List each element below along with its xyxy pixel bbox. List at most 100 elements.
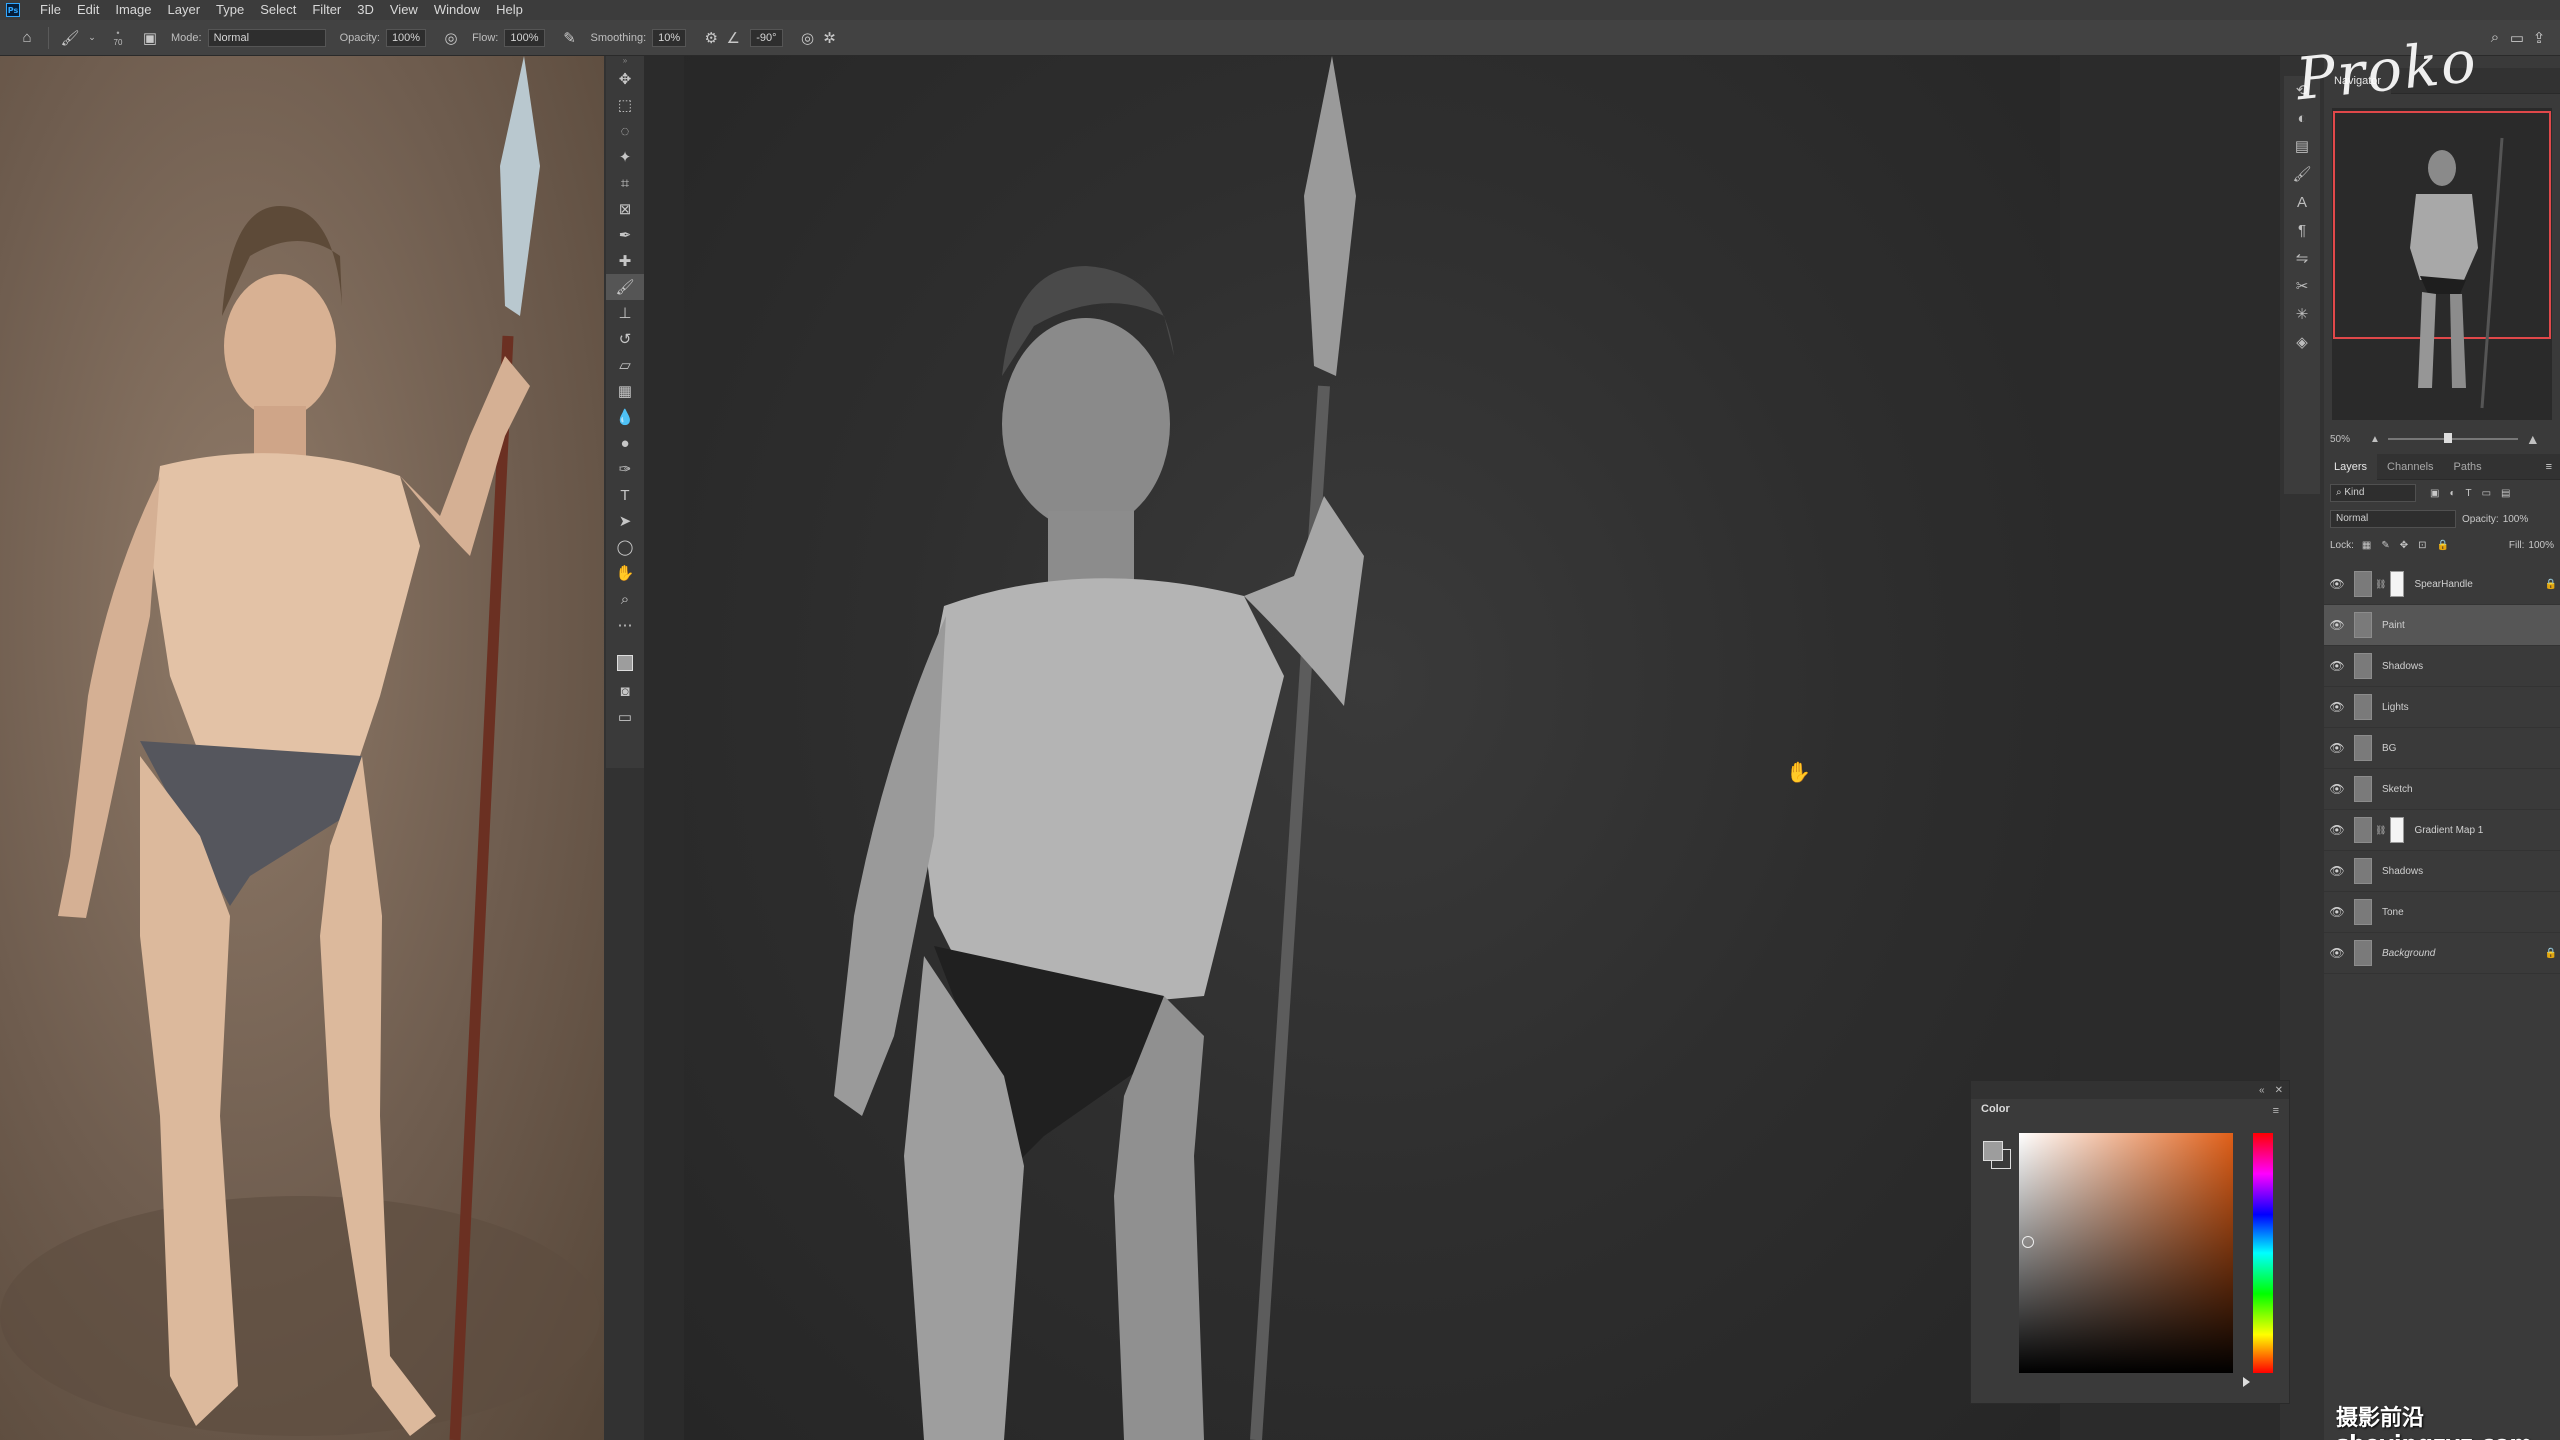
pressure-size-icon[interactable]: ◎ (797, 27, 819, 49)
lock-icons[interactable]: ▦✎✥⊡🔒 (2362, 540, 2459, 551)
airbrush-icon[interactable]: ✎ (559, 27, 581, 49)
brush-preset-icon[interactable]: 🖌 (59, 27, 81, 49)
visibility-eye-icon[interactable]: 👁 (2324, 782, 2350, 796)
layer-name[interactable]: SpearHandle (2414, 579, 2542, 590)
tab-channels[interactable]: Channels (2377, 454, 2443, 480)
visibility-eye-icon[interactable]: 👁 (2324, 823, 2350, 837)
layer-row[interactable]: 👁 BG (2324, 728, 2560, 769)
layer-row[interactable]: 👁 Shadows (2324, 646, 2560, 687)
gradient-icon[interactable]: ▦ (606, 378, 644, 404)
layer-thumbnail[interactable] (2354, 571, 2372, 597)
brushes-icon[interactable]: 🖌 (2284, 160, 2320, 188)
visibility-eye-icon[interactable]: 👁 (2324, 700, 2350, 714)
layer-name[interactable]: Lights (2382, 702, 2560, 713)
brush-size-picker[interactable]: • 70 (103, 28, 133, 47)
brush-settings-icon[interactable]: ▣ (139, 27, 161, 49)
menu-file[interactable]: File (32, 0, 69, 20)
layer-row[interactable]: 👁 Paint (2324, 605, 2560, 646)
dodge-icon[interactable]: ● (606, 430, 644, 456)
layer-row[interactable]: 👁 Tone (2324, 892, 2560, 933)
menu-3d[interactable]: 3D (349, 0, 382, 20)
crop-icon[interactable]: ⌗ (606, 170, 644, 196)
visibility-eye-icon[interactable]: 👁 (2324, 741, 2350, 755)
quick-mask-icon[interactable]: ◙ (606, 678, 644, 704)
filter-icons[interactable]: ▣◐T▭▤ (2430, 488, 2521, 499)
move-icon[interactable]: ✥ (606, 66, 644, 92)
menu-view[interactable]: View (382, 0, 426, 20)
dropdown-caret-icon[interactable]: ⌄ (81, 27, 103, 49)
marquee-icon[interactable]: ⬚ (606, 92, 644, 118)
3d-icon[interactable]: ◈ (2284, 328, 2320, 356)
history-brush-icon[interactable]: ↺ (606, 326, 644, 352)
fill-value[interactable]: 100% (2528, 540, 2554, 551)
zoom-value[interactable]: 50% (2330, 434, 2350, 445)
foreground-swatch[interactable] (617, 655, 633, 671)
zoom-out-icon[interactable]: ▲ (2370, 434, 2380, 445)
magic-wand-icon[interactable]: ✦ (606, 144, 644, 170)
workspace-icon[interactable]: ▭ (2506, 27, 2528, 49)
visibility-eye-icon[interactable]: 👁 (2324, 659, 2350, 673)
hue-slider-marker[interactable] (2243, 1377, 2250, 1387)
frame-icon[interactable]: ⊠ (606, 196, 644, 222)
layer-thumbnail[interactable] (2354, 735, 2372, 761)
opacity-input[interactable]: 100% (385, 28, 427, 47)
lasso-icon[interactable]: ◌ (606, 118, 644, 144)
hand-icon[interactable]: ✋ (606, 560, 644, 586)
photoshop-logo-icon[interactable]: Ps (6, 3, 20, 17)
zoom-icon[interactable]: ⌕ (606, 586, 644, 612)
search-icon[interactable]: ⌕ (2484, 27, 2506, 49)
layer-thumbnail[interactable] (2354, 653, 2372, 679)
navigator-thumbnail[interactable] (2332, 108, 2552, 420)
mode-select[interactable]: Normal (207, 28, 326, 47)
visibility-eye-icon[interactable]: 👁 (2324, 864, 2350, 878)
foreground-swatch[interactable] (1983, 1141, 2003, 1161)
close-icon[interactable]: ✕ (2275, 1085, 2283, 1096)
painting-canvas[interactable] (684, 56, 2060, 1440)
layer-name[interactable]: Background (2382, 948, 2542, 959)
collapse-arrows-icon[interactable]: » (606, 56, 644, 66)
menu-edit[interactable]: Edit (69, 0, 107, 20)
flow-input[interactable]: 100% (504, 28, 545, 47)
eyedropper-icon[interactable]: ✒ (606, 222, 644, 248)
menu-select[interactable]: Select (252, 0, 304, 20)
zoom-in-icon[interactable]: ▲ (2526, 431, 2540, 447)
smoothing-settings-gear-icon[interactable]: ⚙ (700, 27, 722, 49)
visibility-eye-icon[interactable]: 👁 (2324, 946, 2350, 960)
paragraph-icon[interactable]: ¶ (2284, 216, 2320, 244)
blend-mode-select[interactable]: Normal (2330, 510, 2456, 528)
color-field[interactable] (2019, 1133, 2233, 1373)
layer-thumbnail[interactable] (2354, 817, 2372, 843)
visibility-eye-icon[interactable]: 👁 (2324, 618, 2350, 632)
layer-mask-thumbnail[interactable] (2390, 817, 2405, 843)
pen-icon[interactable]: ✑ (606, 456, 644, 482)
panel-menu-icon[interactable]: ≡ (2273, 1105, 2279, 1117)
share-icon[interactable]: ⇪ (2528, 27, 2550, 49)
opacity-value[interactable]: 100% (2503, 514, 2529, 525)
layer-row[interactable]: 👁 ⛓ Gradient Map 1 (2324, 810, 2560, 851)
visibility-eye-icon[interactable]: 👁 (2324, 577, 2350, 591)
layer-name[interactable]: Shadows (2382, 866, 2560, 877)
layer-thumbnail[interactable] (2354, 899, 2372, 925)
smoothing-input[interactable]: 10% (652, 28, 687, 47)
actions-icon[interactable]: ✳ (2284, 300, 2320, 328)
tools-options-icon[interactable]: ✂ (2284, 272, 2320, 300)
menu-window[interactable]: Window (426, 0, 488, 20)
layer-thumbnail[interactable] (2354, 694, 2372, 720)
more-icon[interactable]: ⋯ (606, 612, 644, 638)
eraser-icon[interactable]: ▱ (606, 352, 644, 378)
menu-image[interactable]: Image (107, 0, 159, 20)
properties-icon[interactable]: ⇋ (2284, 244, 2320, 272)
collapse-icon[interactable]: « (2259, 1085, 2265, 1096)
layers-menu-icon[interactable]: ≡ (2546, 461, 2552, 473)
symmetry-icon[interactable]: ✲ (819, 27, 841, 49)
color-swatches-icon[interactable] (606, 652, 644, 678)
histogram-icon[interactable]: ▤ (2284, 132, 2320, 160)
layer-name[interactable]: Shadows (2382, 661, 2560, 672)
layer-thumbnail[interactable] (2354, 612, 2372, 638)
menu-layer[interactable]: Layer (160, 0, 209, 20)
zoom-slider[interactable] (2387, 433, 2518, 443)
angle-input[interactable]: -90° (750, 28, 783, 47)
brush-icon[interactable]: 🖌 (606, 274, 644, 300)
menu-filter[interactable]: Filter (304, 0, 349, 20)
layer-thumbnail[interactable] (2354, 940, 2372, 966)
